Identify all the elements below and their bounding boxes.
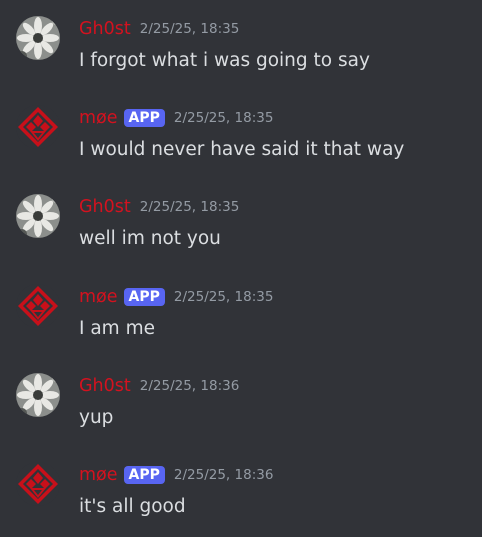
username[interactable]: Gh0st xyxy=(79,373,131,399)
username[interactable]: Gh0st xyxy=(79,194,131,220)
message-content: it's all good xyxy=(79,496,186,517)
message-header: møe APP 2/25/25, 18:35 xyxy=(79,105,273,131)
timestamp[interactable]: 2/25/25, 18:35 xyxy=(140,16,240,42)
avatar[interactable] xyxy=(16,462,60,506)
avatar[interactable] xyxy=(16,194,60,238)
username[interactable]: Gh0st xyxy=(79,16,131,42)
message: møe APP 2/25/25, 18:35 I am me xyxy=(0,284,482,354)
app-badge: APP xyxy=(123,109,165,127)
message-header: møe APP 2/25/25, 18:36 xyxy=(79,462,273,488)
message-header: Gh0st 2/25/25, 18:35 xyxy=(79,194,239,220)
message: Gh0st 2/25/25, 18:36 yup xyxy=(0,373,482,443)
message: møe APP 2/25/25, 18:36 it's all good xyxy=(0,462,482,532)
app-badge: APP xyxy=(123,466,165,484)
timestamp[interactable]: 2/25/25, 18:35 xyxy=(140,194,240,220)
username[interactable]: møe xyxy=(79,105,118,131)
timestamp[interactable]: 2/25/25, 18:36 xyxy=(174,462,274,488)
red-logo-avatar-icon xyxy=(16,284,60,328)
flower-avatar-icon xyxy=(16,194,60,238)
message: Gh0st 2/25/25, 18:35 I forgot what i was… xyxy=(0,16,482,86)
avatar[interactable] xyxy=(16,105,60,149)
timestamp[interactable]: 2/25/25, 18:35 xyxy=(174,105,274,131)
message: møe APP 2/25/25, 18:35 I would never hav… xyxy=(0,105,482,175)
red-logo-avatar-icon xyxy=(16,105,60,149)
avatar[interactable] xyxy=(16,373,60,417)
message-content: well im not you xyxy=(79,228,221,249)
message-header: Gh0st 2/25/25, 18:35 xyxy=(79,16,239,42)
flower-avatar-icon xyxy=(16,373,60,417)
message: Gh0st 2/25/25, 18:35 well im not you xyxy=(0,194,482,264)
avatar[interactable] xyxy=(16,284,60,328)
timestamp[interactable]: 2/25/25, 18:36 xyxy=(140,373,240,399)
red-logo-avatar-icon xyxy=(16,462,60,506)
avatar[interactable] xyxy=(16,16,60,60)
username[interactable]: møe xyxy=(79,462,118,488)
message-header: møe APP 2/25/25, 18:35 xyxy=(79,284,273,310)
message-list: Gh0st 2/25/25, 18:35 I forgot what i was… xyxy=(0,0,482,537)
flower-avatar-icon xyxy=(16,16,60,60)
message-header: Gh0st 2/25/25, 18:36 xyxy=(79,373,239,399)
message-content: I am me xyxy=(79,318,155,339)
message-content: yup xyxy=(79,407,114,428)
message-content: I would never have said it that way xyxy=(79,139,405,160)
message-content: I forgot what i was going to say xyxy=(79,50,370,71)
app-badge: APP xyxy=(123,288,165,306)
timestamp[interactable]: 2/25/25, 18:35 xyxy=(174,284,274,310)
username[interactable]: møe xyxy=(79,284,118,310)
